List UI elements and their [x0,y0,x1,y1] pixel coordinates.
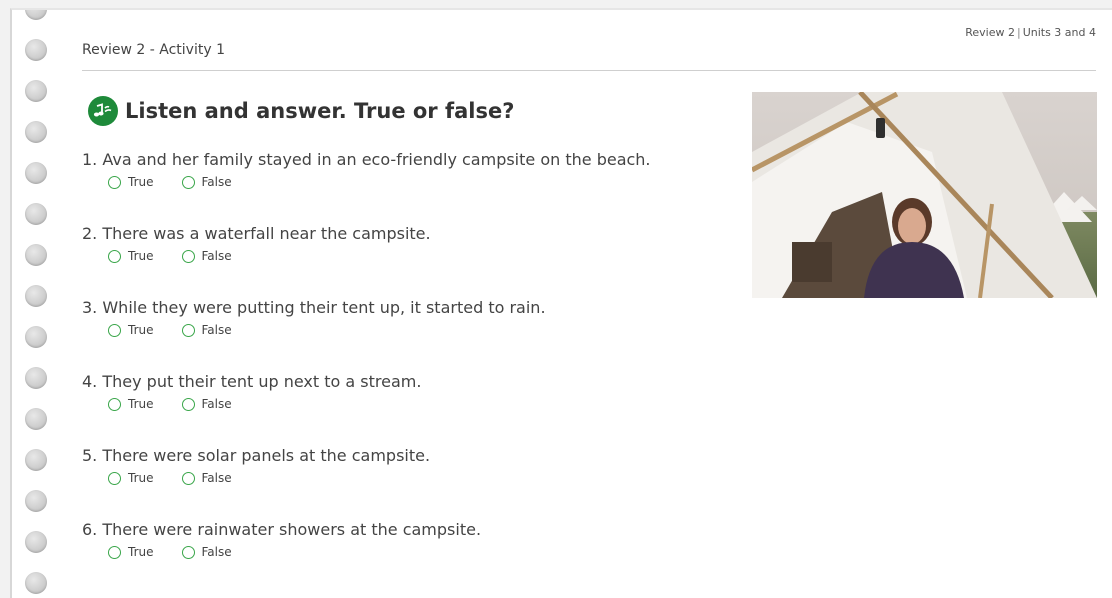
ring-hole [25,244,47,266]
option-false-label: False [201,323,232,337]
question-number: 6. [82,520,98,539]
question-statement: While they were putting their tent up, i… [102,298,546,317]
radio-true[interactable] [108,545,121,559]
ring-hole [25,10,47,20]
answer-options: True False [108,323,546,337]
option-true[interactable]: True [108,323,154,337]
question-number: 5. [82,446,98,465]
ring-hole [25,572,47,594]
ring-hole [25,203,47,225]
audio-play-button[interactable] [88,96,118,126]
option-false[interactable]: False [181,249,232,263]
option-true-label: True [128,471,154,485]
option-false[interactable]: False [181,397,232,411]
ring-hole [25,285,47,307]
ring-hole [25,162,47,184]
ring-hole [25,121,47,143]
radio-true[interactable] [108,471,121,485]
question-statement: Ava and her family stayed in an eco-frie… [102,150,651,169]
question-statement: They put their tent up next to a stream. [102,372,422,391]
question-text: 5. There were solar panels at the campsi… [82,446,430,465]
option-true[interactable]: True [108,249,154,263]
answer-options: True False [108,175,651,189]
radio-true[interactable] [108,323,121,337]
radio-false[interactable] [181,471,195,485]
option-true-label: True [128,397,154,411]
ring-hole [25,490,47,512]
question-statement: There were solar panels at the campsite. [102,446,431,465]
breadcrumb-separator: | [1016,26,1021,39]
answer-options: True False [108,249,431,263]
answer-options: True False [108,397,421,411]
option-true[interactable]: True [108,175,154,189]
question-text: 4. They put their tent up next to a stre… [82,372,421,391]
option-true[interactable]: True [108,545,154,559]
notebook-rings [12,10,72,598]
option-true-label: True [128,323,154,337]
option-true[interactable]: True [108,397,154,411]
option-false-label: False [201,397,232,411]
ring-hole [25,80,47,102]
header-divider [82,70,1096,71]
answer-options: True False [108,471,430,485]
option-true-label: True [128,545,154,559]
notebook-page: Review 2 | Units 3 and 4 Review 2 - Activi… [10,8,1112,598]
radio-true[interactable] [108,249,121,263]
answer-options: True False [108,545,481,559]
question-statement: There was a waterfall near the campsite. [102,224,431,243]
question-number: 1. [82,150,98,169]
question-text: 1. Ava and her family stayed in an eco-f… [82,150,651,169]
option-false-label: False [201,249,232,263]
breadcrumb-review: Review 2 [965,26,1015,39]
radio-true[interactable] [108,397,121,411]
option-true-label: True [128,249,154,263]
radio-false[interactable] [181,397,195,411]
instruction-heading: Listen and answer. True or false? [88,96,514,126]
question-item: 3. While they were putting their tent up… [82,298,546,337]
ring-hole [25,408,47,430]
option-false[interactable]: False [181,545,232,559]
option-true[interactable]: True [108,471,154,485]
question-text: 3. While they were putting their tent up… [82,298,546,317]
activity-title: Review 2 - Activity 1 [82,42,225,58]
option-true-label: True [128,175,154,189]
radio-false[interactable] [181,545,195,559]
breadcrumb-units: Units 3 and 4 [1022,26,1096,39]
question-statement: There were rainwater showers at the camp… [102,520,482,539]
question-text: 2. There was a waterfall near the campsi… [82,224,431,243]
question-number: 4. [82,372,98,391]
question-item: 5. There were solar panels at the campsi… [82,446,430,485]
question-number: 3. [82,298,98,317]
radio-false[interactable] [181,323,195,337]
radio-false[interactable] [181,175,195,189]
ring-hole [25,531,47,553]
breadcrumb: Review 2 | Units 3 and 4 [965,26,1096,39]
question-item: 6. There were rainwater showers at the c… [82,520,481,559]
ring-hole [25,449,47,471]
ring-hole [25,39,47,61]
question-item: 2. There was a waterfall near the campsi… [82,224,431,263]
instruction-title: Listen and answer. True or false? [125,99,515,123]
option-false[interactable]: False [181,323,232,337]
option-false-label: False [201,175,232,189]
radio-true[interactable] [108,175,121,189]
radio-false[interactable] [181,249,195,263]
question-item: 1. Ava and her family stayed in an eco-f… [82,150,651,189]
question-item: 4. They put their tent up next to a stre… [82,372,421,411]
option-false[interactable]: False [181,175,232,189]
music-notes-icon [93,103,112,117]
option-false-label: False [201,471,232,485]
option-false-label: False [201,545,232,559]
ring-hole [25,326,47,348]
ring-hole [25,367,47,389]
option-false[interactable]: False [181,471,232,485]
question-number: 2. [82,224,98,243]
question-text: 6. There were rainwater showers at the c… [82,520,481,539]
campsite-photo [752,92,1097,298]
